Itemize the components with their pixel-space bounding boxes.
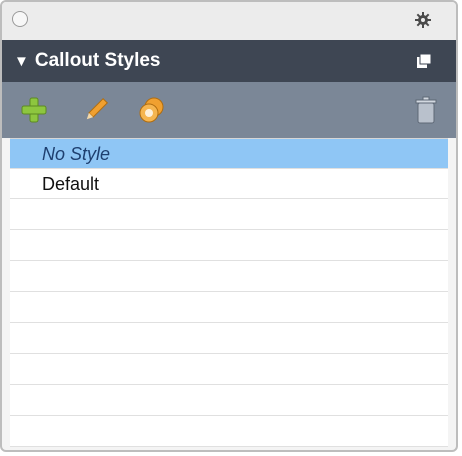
empty-list-row	[10, 354, 448, 385]
panel-title-label: Callout Styles	[34, 50, 161, 71]
close-icon[interactable]	[12, 11, 28, 27]
empty-list-row	[10, 199, 448, 230]
list-item-label: No Style	[42, 144, 111, 164]
empty-list-row	[10, 416, 448, 447]
empty-list-row	[10, 385, 448, 416]
empty-list-row	[10, 323, 448, 354]
styles-toolbar	[2, 82, 456, 138]
list-item-default[interactable]: Default	[10, 169, 448, 199]
empty-list-row	[10, 230, 448, 261]
pencil-icon[interactable]	[80, 94, 112, 126]
collapse-triangle-icon[interactable]: ▼	[14, 53, 29, 70]
panel-header[interactable]: ▼ Callout Styles	[2, 40, 456, 82]
panel-menu-icon[interactable]	[416, 53, 432, 69]
duplicate-icon[interactable]	[136, 94, 168, 126]
list-item-no-style[interactable]: No Style	[10, 139, 448, 169]
callout-styles-panel: ▼ Callout Styles No Style Default	[0, 0, 458, 452]
gear-icon[interactable]	[414, 11, 432, 29]
panel-titlebar	[2, 2, 456, 40]
trash-icon[interactable]	[410, 94, 442, 126]
panel-title[interactable]: ▼ Callout Styles	[14, 50, 161, 72]
empty-list-row	[10, 292, 448, 323]
styles-list: No Style Default	[10, 138, 448, 447]
empty-list-row	[10, 261, 448, 292]
plus-icon[interactable]	[18, 94, 50, 126]
list-item-label: Default	[42, 174, 100, 194]
